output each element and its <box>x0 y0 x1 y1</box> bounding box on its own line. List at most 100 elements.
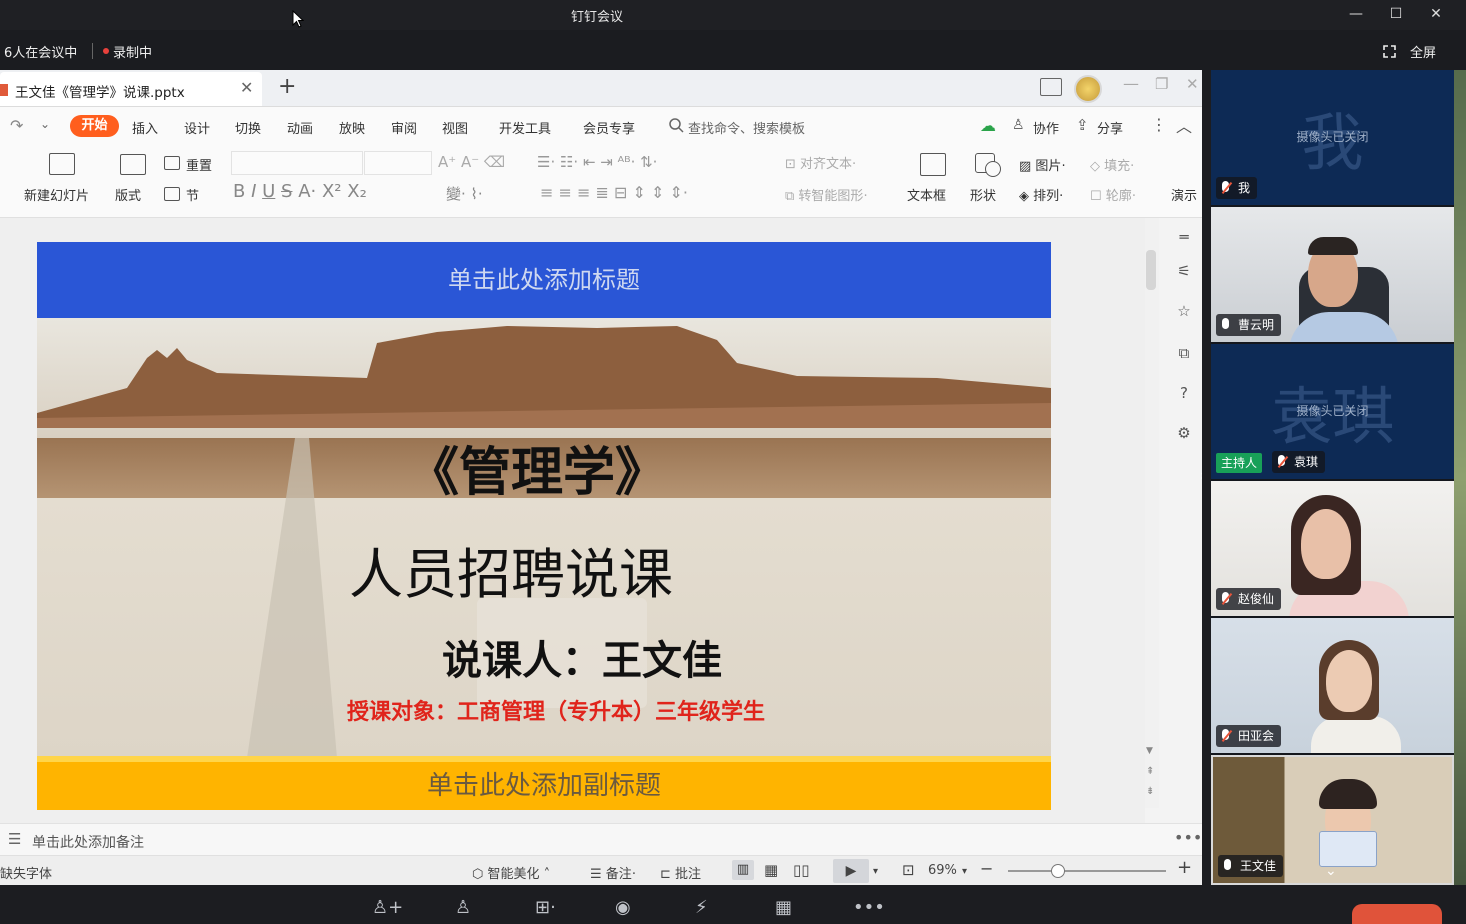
new-slide-icon[interactable] <box>49 153 75 175</box>
add-participant-icon[interactable]: ♙+ <box>372 897 403 918</box>
avatar[interactable] <box>1074 75 1102 103</box>
new-tab-icon[interactable]: + <box>278 74 296 99</box>
participant-count[interactable]: 6人在会议中 <box>4 42 77 61</box>
shape-button[interactable]: 形状 <box>970 185 996 204</box>
animation-star-icon[interactable]: ☆ <box>1174 302 1194 322</box>
grid-view-icon[interactable]: ▦ <box>764 861 778 879</box>
topic-title[interactable]: 人员招聘说课 <box>349 530 673 609</box>
minimize-icon[interactable]: — <box>1341 4 1371 24</box>
search-input[interactable]: 查找命令、搜索模板 <box>688 118 805 137</box>
align-text-button[interactable]: ⊡ 对齐文本· <box>785 153 856 172</box>
tab-insert[interactable]: 插入 <box>132 118 158 137</box>
text-format-icons[interactable]: B I U S A· X² X₂ <box>233 181 367 202</box>
font-family-select[interactable] <box>231 151 363 175</box>
tab-member[interactable]: 会员专享 <box>583 118 635 137</box>
slide-subtitle-placeholder[interactable]: 单击此处添加副标题 <box>37 762 1051 810</box>
zoom-slider-handle[interactable] <box>1051 864 1065 878</box>
notes-pane[interactable]: ☰ 单击此处添加备注 ••• <box>0 823 1202 856</box>
reset-button[interactable]: 重置 <box>186 155 212 174</box>
video-tile[interactable]: 王文佳 ⌄ <box>1211 755 1454 885</box>
record-icon[interactable]: ◉ <box>615 897 631 918</box>
participants-icon[interactable]: ♙ <box>455 897 471 918</box>
vertical-scrollbar[interactable] <box>1145 218 1159 808</box>
collapse-handle-icon[interactable]: ═ <box>1174 228 1194 248</box>
fullscreen-icon[interactable] <box>1383 45 1396 58</box>
cloud-sync-icon[interactable]: ☁ <box>980 116 996 135</box>
zoom-slider[interactable] <box>1008 870 1166 872</box>
font-size-select[interactable] <box>364 151 432 175</box>
tab-animation[interactable]: 动画 <box>287 118 313 137</box>
zoom-out-icon[interactable]: − <box>980 859 993 878</box>
interaction-icon[interactable]: ⚡ <box>695 897 708 918</box>
phonetic-icon[interactable]: 變· ⌇· <box>446 183 483 204</box>
settings-icon[interactable]: ⚙ <box>1174 424 1194 444</box>
transition-icon[interactable]: ⧉ <box>1174 344 1194 364</box>
zoom-level[interactable]: 69% <box>928 863 957 878</box>
notes-placeholder[interactable]: 单击此处添加备注 <box>32 832 144 852</box>
audience-line[interactable]: 授课对象：工商管理（专升本）三年级学生 <box>347 694 765 726</box>
smart-graphic-button[interactable]: ⧉ 转智能图形· <box>785 185 868 204</box>
fit-window-icon[interactable]: ⊡ <box>902 861 915 879</box>
picture-button[interactable]: ▨ 图片· <box>1019 155 1066 174</box>
maximize-icon[interactable]: ☐ <box>1381 4 1411 24</box>
video-tile[interactable]: 田亚会 <box>1211 618 1454 753</box>
present-button[interactable]: 演示 <box>1171 185 1197 204</box>
more-icon[interactable]: ⋮ <box>1151 115 1167 134</box>
new-slide-button[interactable]: 新建幻灯片 <box>24 185 89 204</box>
scroll-down-icon[interactable]: ▼ <box>1146 746 1153 756</box>
video-tile[interactable]: 我 摄像头已关闭 我 <box>1211 70 1454 205</box>
collapse-ribbon-icon[interactable]: ︿ <box>1176 113 1192 137</box>
scrollbar-thumb[interactable] <box>1146 250 1156 290</box>
video-tile[interactable]: 曹云明 <box>1211 207 1454 342</box>
expand-panel-icon[interactable]: › <box>1200 468 1202 484</box>
layout-icon[interactable] <box>120 154 146 175</box>
list-icons[interactable]: ☰· ☷· ⇤ ⇥ ᴬᴮ· ⇅· <box>537 153 657 171</box>
next-slide-icon[interactable]: ⇟ <box>1146 786 1154 797</box>
tab-design[interactable]: 设计 <box>184 118 210 137</box>
tab-slideshow[interactable]: 放映 <box>339 118 365 137</box>
beautify-button[interactable]: ⬡ 智能美化 ˄ <box>472 863 550 882</box>
collab-button[interactable]: 协作 <box>1033 118 1059 137</box>
properties-icon[interactable]: ⚟ <box>1174 262 1194 282</box>
close-tab-icon[interactable]: ✕ <box>240 78 253 97</box>
play-slideshow-button[interactable]: ▶ <box>833 859 869 883</box>
share-screen-icon[interactable]: ⊞· <box>535 897 556 918</box>
tab-review[interactable]: 审阅 <box>391 118 417 137</box>
more-icon[interactable]: ••• <box>853 897 885 918</box>
zoom-dropdown-icon[interactable]: ▾ <box>962 866 967 877</box>
search-icon[interactable] <box>669 118 684 133</box>
help-icon[interactable]: ? <box>1174 384 1194 404</box>
outline-button[interactable]: ☐ 轮廓· <box>1090 185 1136 204</box>
tab-developer[interactable]: 开发工具 <box>499 118 551 137</box>
recording-status[interactable]: 录制中 <box>113 42 152 61</box>
speaker-line[interactable]: 说课人：王文佳 <box>442 628 722 686</box>
fill-button[interactable]: ◇ 填充· <box>1090 155 1134 174</box>
layout-button[interactable]: 版式 <box>115 185 141 204</box>
document-tab[interactable]: 王文佳《管理学》说课.pptx ✕ <box>0 72 262 106</box>
tab-view[interactable]: 视图 <box>442 118 468 137</box>
play-dropdown-icon[interactable]: ▾ <box>873 866 878 877</box>
missing-font-link[interactable]: 缺失字体 <box>0 863 52 882</box>
close-icon[interactable]: ✕ <box>1421 4 1451 24</box>
comments-button[interactable]: ⊏ 批注 <box>660 863 701 882</box>
more-dots-icon[interactable]: ••• <box>1174 828 1202 847</box>
minimize-icon[interactable]: — <box>1123 74 1139 93</box>
close-window-icon[interactable]: ✕ <box>1186 75 1199 93</box>
redo-icon[interactable]: ↷ <box>10 116 23 135</box>
normal-view-icon[interactable]: ▥ <box>732 860 754 880</box>
zoom-in-icon[interactable]: + <box>1177 857 1192 878</box>
chevron-down-icon[interactable]: ⌄ <box>1325 863 1337 879</box>
slide-title-placeholder[interactable]: 单击此处添加标题 <box>37 242 1051 318</box>
fullscreen-button[interactable]: 全屏 <box>1410 42 1436 61</box>
reading-mode-icon[interactable] <box>1040 78 1062 96</box>
section-button[interactable]: 节 <box>186 185 199 204</box>
slide[interactable]: 单击此处添加标题 《管理学》 人员招聘说课 说课人：王文佳 授课对象：工商管理（… <box>37 242 1051 810</box>
course-title[interactable]: 《管理学》 <box>407 430 667 505</box>
video-tile[interactable]: 赵俊仙 <box>1211 481 1454 616</box>
share-button[interactable]: 分享 <box>1097 118 1123 137</box>
grow-font-icon[interactable]: A⁺ A⁻ ⌫ <box>438 153 505 171</box>
leave-button[interactable] <box>1352 904 1442 924</box>
reading-view-icon[interactable]: ▯▯ <box>793 861 810 879</box>
align-icons[interactable]: ≡ ≡ ≡ ≣ ⊟ ⇕ ⇕ ⇕· <box>540 183 688 202</box>
restore-icon[interactable]: ❐ <box>1155 75 1168 93</box>
